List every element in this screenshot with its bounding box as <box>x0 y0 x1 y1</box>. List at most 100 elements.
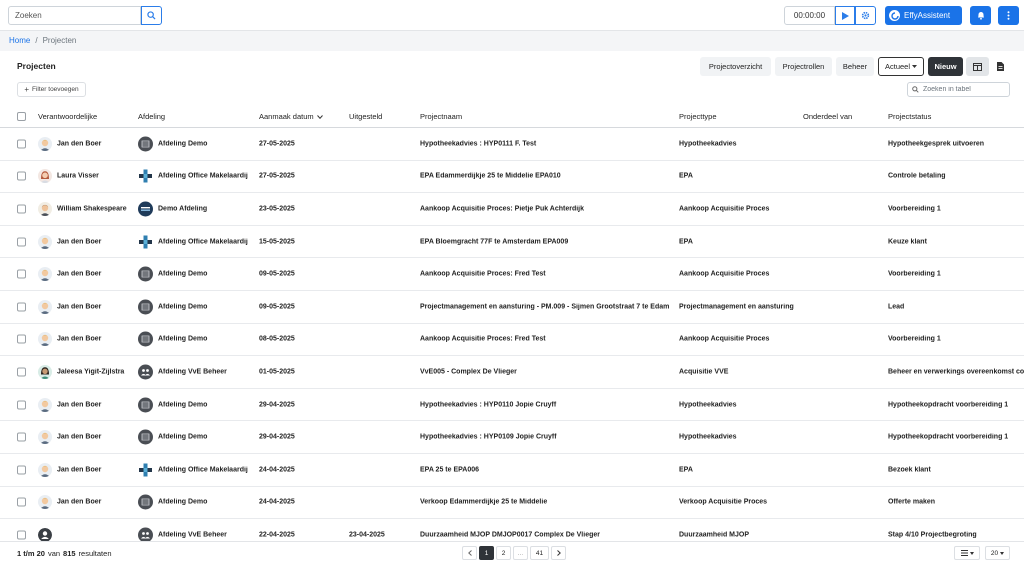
cell-project-name[interactable]: Projectmanagement en aansturing - PM.009… <box>420 303 676 310</box>
cell-project-type: Hypotheekadvies <box>679 401 737 409</box>
cell-project-name[interactable]: Aankoop Acquisitie Proces: Fred Test <box>420 271 676 278</box>
cell-project-name[interactable]: Aankoop Acquisitie Proces: Pietje Puk Ac… <box>420 205 676 212</box>
cell-responsible[interactable]: Jaleesa Yigit-Zijlstra <box>57 368 135 375</box>
more-menu-button[interactable] <box>998 6 1019 25</box>
cell-responsible[interactable]: Jan den Boer <box>57 499 135 506</box>
cell-project-name[interactable]: Hypotheekadvies : HYP0110 Jopie Cruyff <box>420 401 676 408</box>
table-row[interactable]: Jan den Boer Afdeling Demo 27-05-2025 Hypot… <box>0 128 1024 161</box>
cell-project-name[interactable]: Verkoop Edammerdijkje 25 te Middelie <box>420 499 676 506</box>
new-project-button[interactable]: Nieuw <box>928 57 963 76</box>
table-row[interactable]: Jan den Boer Afdeling Demo 09-05-2025 Aanko… <box>0 258 1024 291</box>
row-checkbox[interactable] <box>17 432 26 442</box>
row-checkbox[interactable] <box>17 400 26 410</box>
page-size-dropdown[interactable]: 20 <box>985 546 1010 560</box>
row-checkbox[interactable] <box>17 367 26 377</box>
cell-responsible[interactable]: William Shakespeare <box>57 205 135 212</box>
timer-settings-button[interactable] <box>855 6 876 25</box>
avatar <box>38 332 52 347</box>
cell-project-name[interactable]: Aankoop Acquisitie Proces: Fred Test <box>420 336 676 343</box>
row-checkbox[interactable] <box>17 237 26 247</box>
avatar <box>38 462 52 477</box>
column-header-department[interactable]: Afdeling <box>138 112 165 121</box>
cell-responsible[interactable]: Jan den Boer <box>57 271 135 278</box>
global-search-input[interactable] <box>8 6 141 25</box>
page-button-41[interactable]: 41 <box>530 546 549 560</box>
cell-responsible[interactable]: Jan den Boer <box>57 434 135 441</box>
column-header-status[interactable]: Projectstatus <box>888 112 931 121</box>
actueel-label: Actueel <box>884 62 911 71</box>
column-header-project-type[interactable]: Projecttype <box>679 112 717 121</box>
department-logo-icon <box>138 331 153 347</box>
select-all-checkbox[interactable] <box>17 112 26 121</box>
cell-project-name[interactable]: Duurzaamheid MJOP DMJOP0017 Complex De V… <box>420 531 676 538</box>
cell-responsible[interactable]: Laura Visser <box>57 173 135 180</box>
row-checkbox[interactable] <box>17 171 26 181</box>
assistant-button[interactable]: EffyAssistent <box>885 6 962 25</box>
cell-department: Afdeling Demo <box>158 303 208 311</box>
prev-page-button[interactable] <box>462 546 477 560</box>
manage-button[interactable]: Beheer <box>836 57 874 76</box>
caret-down-icon <box>969 551 974 555</box>
table-row[interactable]: William Shakespeare Demo Afdeling 23-05-20… <box>0 193 1024 226</box>
table-row[interactable]: Jan den Boer Afdeling Demo 29-04-2025 Hypot… <box>0 421 1024 454</box>
cell-project-name[interactable]: Hypotheekadvies : HYP0109 Jopie Cruyff <box>420 434 676 441</box>
cell-responsible[interactable]: Jan den Boer <box>57 238 135 245</box>
column-header-postponed[interactable]: Uitgesteld <box>349 112 382 121</box>
table-row[interactable]: Jan den Boer Afdeling Demo 08-05-2025 Aanko… <box>0 324 1024 357</box>
table-row[interactable]: Jan den Boer Afdeling Demo 24-04-2025 Verko… <box>0 487 1024 520</box>
column-header-part-of[interactable]: Onderdeel van <box>803 112 852 121</box>
row-checkbox[interactable] <box>17 204 26 214</box>
cell-responsible[interactable]: Jan den Boer <box>57 401 135 408</box>
actueel-dropdown[interactable]: Actueel <box>878 57 924 76</box>
column-header-project-name[interactable]: Projectnaam <box>420 112 462 121</box>
row-checkbox[interactable] <box>17 530 26 540</box>
cell-responsible[interactable]: Jan den Boer <box>57 336 135 343</box>
density-dropdown[interactable] <box>954 546 980 560</box>
table-row[interactable]: Jan den Boer Afdeling Demo 09-05-2025 Proje… <box>0 291 1024 324</box>
top-bar: 00:00:00 EffyAssistent <box>0 0 1024 31</box>
cell-status: Bezoek klant <box>888 466 931 474</box>
cell-responsible[interactable]: Jan den Boer <box>57 140 135 147</box>
plus-icon: + <box>24 85 30 94</box>
page-button-2[interactable]: 2 <box>496 546 511 560</box>
cell-created: 24-04-2025 <box>259 498 295 506</box>
global-search-button[interactable] <box>141 6 162 25</box>
cell-project-type: EPA <box>679 172 693 180</box>
table-row[interactable]: Jan den Boer Afdeling Office Makelaardij 2… <box>0 454 1024 487</box>
project-roles-button[interactable]: Projectrollen <box>775 57 832 76</box>
cell-project-type: Projectmanagement en aansturing <box>679 303 794 311</box>
table-row[interactable]: Jan den Boer Afdeling Demo 29-04-2025 Hypot… <box>0 389 1024 422</box>
cell-project-name[interactable]: EPA Edammerdijkje 25 te Middelie EPA010 <box>420 173 676 180</box>
cell-created: 23-05-2025 <box>259 205 295 213</box>
row-checkbox[interactable] <box>17 465 26 475</box>
table-row[interactable]: Laura Visser Afdeling Office Makelaardij 2… <box>0 161 1024 194</box>
cell-project-name[interactable]: EPA 25 te EPA006 <box>420 466 676 473</box>
row-checkbox[interactable] <box>17 139 26 149</box>
column-header-responsible[interactable]: Verantwoordelijke <box>38 112 97 121</box>
row-checkbox[interactable] <box>17 497 26 507</box>
row-checkbox[interactable] <box>17 334 26 344</box>
notifications-button[interactable] <box>970 6 991 25</box>
cell-project-name[interactable]: EPA Bloemgracht 77F te Amsterdam EPA009 <box>420 238 676 245</box>
cell-responsible[interactable]: Jan den Boer <box>57 303 135 310</box>
next-page-button[interactable] <box>551 546 566 560</box>
columns-toggle-button[interactable] <box>966 57 989 76</box>
export-button[interactable] <box>989 57 1012 76</box>
page-title: Projecten <box>17 61 56 71</box>
cell-project-type: Hypotheekadvies <box>679 140 737 148</box>
row-checkbox[interactable] <box>17 269 26 279</box>
table-search-input[interactable] <box>923 86 1003 93</box>
row-checkbox[interactable] <box>17 302 26 312</box>
cell-project-name[interactable]: Hypotheekadvies : HYP0111 F. Test <box>420 140 676 147</box>
page-button-1[interactable]: 1 <box>479 546 494 560</box>
breadcrumb-home[interactable]: Home <box>9 36 30 45</box>
add-filter-button[interactable]: + Filter toevoegen <box>17 82 86 97</box>
cell-department: Afdeling Demo <box>158 433 208 441</box>
column-header-created[interactable]: Aanmaak datum <box>259 112 323 121</box>
project-overview-button[interactable]: Projectoverzicht <box>700 57 771 76</box>
table-row[interactable]: Jaleesa Yigit-Zijlstra Afdeling VvE Behee… <box>0 356 1024 389</box>
timer-play-button[interactable] <box>835 6 855 25</box>
table-row[interactable]: Jan den Boer Afdeling Office Makelaardij 1… <box>0 226 1024 259</box>
cell-responsible[interactable]: Jan den Boer <box>57 466 135 473</box>
cell-project-name[interactable]: VvE005 - Complex De Vlieger <box>420 368 676 375</box>
